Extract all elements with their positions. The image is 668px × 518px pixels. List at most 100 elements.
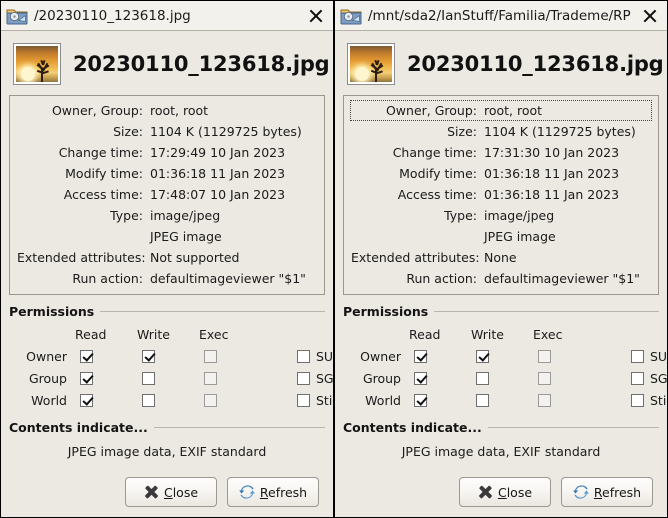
contents-title: Contents indicate... <box>9 420 148 435</box>
checkbox-group-read[interactable] <box>414 371 427 385</box>
permissions-special-cell: Sticky <box>261 392 333 408</box>
close-button[interactable]: Close <box>125 477 217 507</box>
contents-title: Contents indicate... <box>343 420 482 435</box>
info-row: Type: image/jpeg <box>350 205 652 226</box>
window-title: /20230110_123618.jpg <box>34 7 191 24</box>
checkbox-owner-write[interactable] <box>142 349 155 363</box>
contents-text: JPEG image data, EXIF standard <box>67 444 267 459</box>
info-value: root, root <box>150 103 209 118</box>
checkbox-suid[interactable] <box>631 349 644 363</box>
permissions-cell <box>409 393 471 407</box>
info-row: JPEG image <box>350 226 652 247</box>
permissions-header-row: Read Write Exec <box>347 323 659 345</box>
info-label: Access time: <box>63 187 143 202</box>
checkbox-sticky[interactable] <box>297 393 310 407</box>
info-label: Owner, Group: <box>51 103 143 118</box>
x-icon <box>478 485 493 500</box>
info-label: Type: <box>444 208 477 223</box>
checkbox-group-exec[interactable] <box>538 371 551 385</box>
checkbox-world-exec[interactable] <box>204 393 217 407</box>
refresh-button[interactable]: Refresh <box>227 477 319 507</box>
column-label: Read <box>409 326 441 342</box>
checkbox-group-write[interactable] <box>476 371 489 385</box>
checkbox-world-read[interactable] <box>80 393 93 407</box>
permissions-cell <box>471 393 533 407</box>
checkbox-group-exec[interactable] <box>204 371 217 385</box>
permissions-row-label: World <box>365 392 401 408</box>
checkbox-sgid[interactable] <box>631 371 644 385</box>
info-row: Change time: 17:29:49 10 Jan 2023 <box>16 142 318 163</box>
permissions-special-cell: SGID <box>595 371 667 386</box>
permissions-grid: Read Write Exec Owner SUID Group SGID World Stic… <box>343 321 667 411</box>
checkbox-world-read[interactable] <box>414 393 427 407</box>
permissions-grid: Read Write Exec Owner SUID Group SGID World Stic… <box>9 321 333 411</box>
permissions-cell <box>199 371 261 385</box>
info-label: Run action: <box>72 271 143 286</box>
info-row: Access time: 01:36:18 11 Jan 2023 <box>350 184 652 205</box>
permissions-section-header: Permissions <box>9 304 325 319</box>
file-info-table: Owner, Group: root, root Size: 1104 K (1129… <box>9 95 325 295</box>
info-label: Modify time: <box>399 166 477 181</box>
info-row: Modify time: 01:36:18 11 Jan 2023 <box>16 163 318 184</box>
checkbox-group-read[interactable] <box>80 371 93 385</box>
checkbox-suid[interactable] <box>297 349 310 363</box>
checkbox-group-write[interactable] <box>142 371 155 385</box>
permissions-cell <box>137 371 199 385</box>
info-label: Access time: <box>397 187 477 202</box>
column-label: Read <box>75 326 107 342</box>
special-label: SGID <box>316 370 334 386</box>
permissions-cell <box>137 349 199 363</box>
checkbox-sticky[interactable] <box>631 393 644 407</box>
refresh-button[interactable]: Refresh <box>561 477 653 507</box>
permissions-row: Group SGID <box>347 367 667 389</box>
close-button-label: Close <box>163 484 199 500</box>
file-name: 20230110_123618.jpg <box>407 52 664 76</box>
close-button[interactable]: Close <box>459 477 551 507</box>
permissions-row: Owner SUID <box>347 345 667 367</box>
checkbox-owner-exec[interactable] <box>538 349 551 363</box>
info-label: Change time: <box>58 145 143 160</box>
window-title: /mnt/sda2/IanStuff/Familia/Trademe/RP! <box>368 7 631 24</box>
thumbnail-image <box>350 46 392 82</box>
permissions-row-label: Owner <box>360 348 401 364</box>
permissions-cell <box>75 393 137 407</box>
info-value: root, root <box>484 103 543 118</box>
info-row: Run action: defaultimageviewer "$1" <box>16 268 318 289</box>
section-divider <box>153 427 325 428</box>
titlebar: /20230110_123618.jpg <box>1 1 333 31</box>
file-thumbnail <box>13 43 61 85</box>
checkbox-owner-exec[interactable] <box>204 349 217 363</box>
file-header: 20230110_123618.jpg <box>343 37 664 95</box>
close-icon[interactable] <box>637 3 663 29</box>
info-row: JPEG image <box>16 226 318 247</box>
checkbox-world-write[interactable] <box>142 393 155 407</box>
permissions-special-cell: SUID <box>261 349 333 364</box>
checkbox-owner-write[interactable] <box>476 349 489 363</box>
file-thumbnail <box>347 43 395 85</box>
titlebar: /mnt/sda2/IanStuff/Familia/Trademe/RP! <box>335 1 667 31</box>
info-value: 01:36:18 11 Jan 2023 <box>484 187 620 202</box>
column-label: Exec <box>199 326 229 342</box>
permissions-row-label: Group <box>362 370 401 386</box>
info-value: 01:36:18 11 Jan 2023 <box>150 166 286 181</box>
info-value: defaultimageviewer "$1" <box>150 271 306 286</box>
close-icon[interactable] <box>303 3 329 29</box>
permissions-title: Permissions <box>9 304 95 319</box>
info-label: Type: <box>110 208 143 223</box>
info-row: Extended attributes: None <box>350 247 652 268</box>
checkbox-owner-read[interactable] <box>414 349 427 363</box>
permissions-cell <box>409 349 471 363</box>
info-value: image/jpeg <box>484 208 555 223</box>
info-row: Owner, Group: root, root <box>350 100 652 121</box>
checkbox-world-exec[interactable] <box>538 393 551 407</box>
checkbox-world-write[interactable] <box>476 393 489 407</box>
properties-window-right: /mnt/sda2/IanStuff/Familia/Trademe/RP! 20… <box>334 0 668 518</box>
special-label: Sticky <box>316 392 333 408</box>
thumbnail-image <box>16 46 58 82</box>
checkbox-sgid[interactable] <box>297 371 310 385</box>
checkbox-owner-read[interactable] <box>80 349 93 363</box>
section-divider <box>434 311 659 312</box>
info-label: Change time: <box>392 145 477 160</box>
info-value: JPEG image <box>484 229 556 244</box>
info-value: Not supported <box>150 250 240 265</box>
